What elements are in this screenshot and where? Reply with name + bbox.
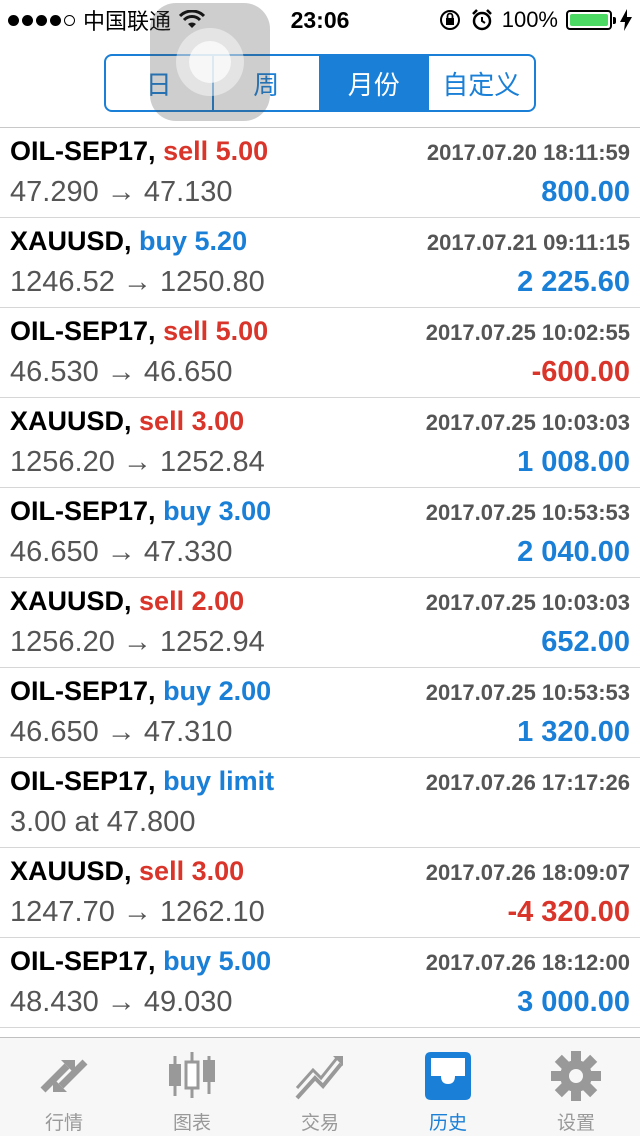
deal-row[interactable]: OIL-SEP17, buy limit 2017.07.26 17:17:26…: [0, 758, 640, 848]
tab-settings-label: 设置: [556, 1112, 595, 1134]
tab-history[interactable]: 历史: [384, 1038, 512, 1136]
deal-time: 2017.07.25 10:53:53: [425, 500, 630, 525]
deal-profit: 2 040.00: [517, 536, 630, 568]
deal-symbol: XAUUSD,: [10, 406, 132, 436]
deal-title: OIL-SEP17, buy 5.00: [10, 946, 271, 977]
deal-profit: -600.00: [531, 356, 630, 388]
deal-time: 2017.07.20 18:11:59: [426, 140, 630, 165]
segment-month[interactable]: 月份: [321, 56, 429, 110]
deal-time: 2017.07.25 10:02:55: [425, 320, 630, 345]
battery-percent: 100%: [501, 7, 558, 32]
deal-time: 2017.07.26 18:09:07: [425, 860, 630, 885]
deal-history-list: OIL-SEP17, sell 5.00 2017.07.20 18:11:59…: [0, 128, 640, 1028]
deal-row[interactable]: OIL-SEP17, buy 5.00 2017.07.26 18:12:00 …: [0, 938, 640, 1028]
deal-time: 2017.07.26 18:12:00: [425, 950, 630, 975]
deal-profit: 3 000.00: [517, 986, 630, 1018]
tab-charts[interactable]: 图表: [128, 1038, 256, 1136]
deal-prices: 1256.20 → 1252.84: [10, 446, 265, 478]
deal-type: buy 5.00: [163, 946, 272, 976]
deal-time: 2017.07.25 10:03:03: [425, 410, 630, 435]
deal-symbol: XAUUSD,: [10, 856, 132, 886]
alarm-clock-icon: [471, 9, 492, 31]
deal-row[interactable]: XAUUSD, sell 2.00 2017.07.25 10:03:03 12…: [0, 578, 640, 668]
deal-row[interactable]: OIL-SEP17, sell 5.00 2017.07.25 10:02:55…: [0, 308, 640, 398]
deal-symbol: XAUUSD,: [10, 226, 132, 256]
assistive-touch-button[interactable]: [150, 3, 270, 121]
deal-type: buy 3.00: [163, 496, 272, 526]
deal-row[interactable]: OIL-SEP17, sell 5.00 2017.07.20 18:11:59…: [0, 128, 640, 218]
deal-prices: 47.290 → 47.130: [10, 176, 233, 208]
deal-title: OIL-SEP17, sell 5.00: [10, 136, 268, 167]
charging-bolt-icon: [620, 9, 632, 31]
bottom-tab-bar: 行情 图表 交易 历史 设置: [0, 1037, 640, 1136]
deal-type: sell 3.00: [139, 406, 245, 436]
trade-trend-icon: [295, 1056, 343, 1100]
tab-charts-label: 图表: [172, 1112, 211, 1134]
deal-time: 2017.07.26 17:17:26: [425, 770, 630, 795]
status-right: 100%: [438, 0, 632, 40]
deal-symbol: OIL-SEP17,: [10, 316, 156, 346]
deal-profit: 652.00: [541, 626, 630, 658]
deal-title: OIL-SEP17, buy limit: [10, 766, 274, 797]
candlestick-chart-icon: [169, 1052, 215, 1098]
deal-symbol: OIL-SEP17,: [10, 766, 156, 796]
tab-quotes-label: 行情: [44, 1112, 83, 1134]
deal-prices: 1247.70 → 1262.10: [10, 896, 265, 928]
tab-history-label: 历史: [428, 1112, 467, 1134]
deal-time: 2017.07.25 10:03:03: [425, 590, 630, 615]
deal-prices: 46.650 → 47.330: [10, 536, 233, 568]
deal-type: buy 2.00: [163, 676, 272, 706]
deal-title: XAUUSD, buy 5.20: [10, 226, 247, 257]
deal-row[interactable]: XAUUSD, buy 5.20 2017.07.21 09:11:15 124…: [0, 218, 640, 308]
deal-title: OIL-SEP17, buy 2.00: [10, 676, 271, 707]
tab-quotes[interactable]: 行情: [0, 1038, 128, 1136]
deal-symbol: OIL-SEP17,: [10, 496, 156, 526]
deal-time: 2017.07.21 09:11:15: [426, 230, 630, 255]
deal-symbol: XAUUSD,: [10, 586, 132, 616]
deal-symbol: OIL-SEP17,: [10, 946, 156, 976]
deal-prices: 46.530 → 46.650: [10, 356, 233, 388]
segment-custom[interactable]: 自定义: [429, 56, 535, 110]
status-bar: 中国联通 23:06 100%: [0, 0, 640, 40]
deal-prices: 3.00 at 47.800: [10, 806, 196, 838]
deal-time: 2017.07.25 10:53:53: [425, 680, 630, 705]
battery-icon: [566, 10, 616, 30]
deal-title: OIL-SEP17, sell 5.00: [10, 316, 268, 347]
tab-trade[interactable]: 交易: [256, 1038, 384, 1136]
deal-profit: 800.00: [541, 176, 630, 208]
settings-gear-icon: [551, 1051, 601, 1101]
deal-profit: 2 225.60: [517, 266, 630, 298]
quotes-arrows-icon: [40, 1059, 88, 1093]
deal-type: buy 5.20: [139, 226, 248, 256]
deal-symbol: OIL-SEP17,: [10, 676, 156, 706]
deal-type: sell 3.00: [139, 856, 245, 886]
deal-title: XAUUSD, sell 2.00: [10, 586, 244, 617]
deal-type: sell 5.00: [163, 136, 269, 166]
deal-title: XAUUSD, sell 3.00: [10, 406, 244, 437]
deal-prices: 48.430 → 49.030: [10, 986, 233, 1018]
deal-type: buy limit: [163, 766, 275, 796]
deal-title: XAUUSD, sell 3.00: [10, 856, 244, 887]
history-inbox-icon: [425, 1052, 471, 1100]
deal-profit: -4 320.00: [507, 896, 630, 928]
tab-trade-label: 交易: [300, 1112, 339, 1134]
deal-prices: 46.650 → 47.310: [10, 716, 233, 748]
deal-profit: 1 320.00: [517, 716, 630, 748]
deal-row[interactable]: XAUUSD, sell 3.00 2017.07.25 10:03:03 12…: [0, 398, 640, 488]
orientation-lock-icon: [439, 10, 460, 30]
deal-profit: 1 008.00: [517, 446, 630, 478]
deal-row[interactable]: OIL-SEP17, buy 3.00 2017.07.25 10:53:53 …: [0, 488, 640, 578]
deal-symbol: OIL-SEP17,: [10, 136, 156, 166]
deal-prices: 1256.20 → 1252.94: [10, 626, 265, 658]
deal-prices: 1246.52 → 1250.80: [10, 266, 265, 298]
deal-title: OIL-SEP17, buy 3.00: [10, 496, 271, 527]
tab-settings[interactable]: 设置: [512, 1038, 640, 1136]
deal-type: sell 2.00: [139, 586, 245, 616]
deal-row[interactable]: XAUUSD, sell 3.00 2017.07.26 18:09:07 12…: [0, 848, 640, 938]
deal-row[interactable]: OIL-SEP17, buy 2.00 2017.07.25 10:53:53 …: [0, 668, 640, 758]
deal-type: sell 5.00: [163, 316, 269, 346]
